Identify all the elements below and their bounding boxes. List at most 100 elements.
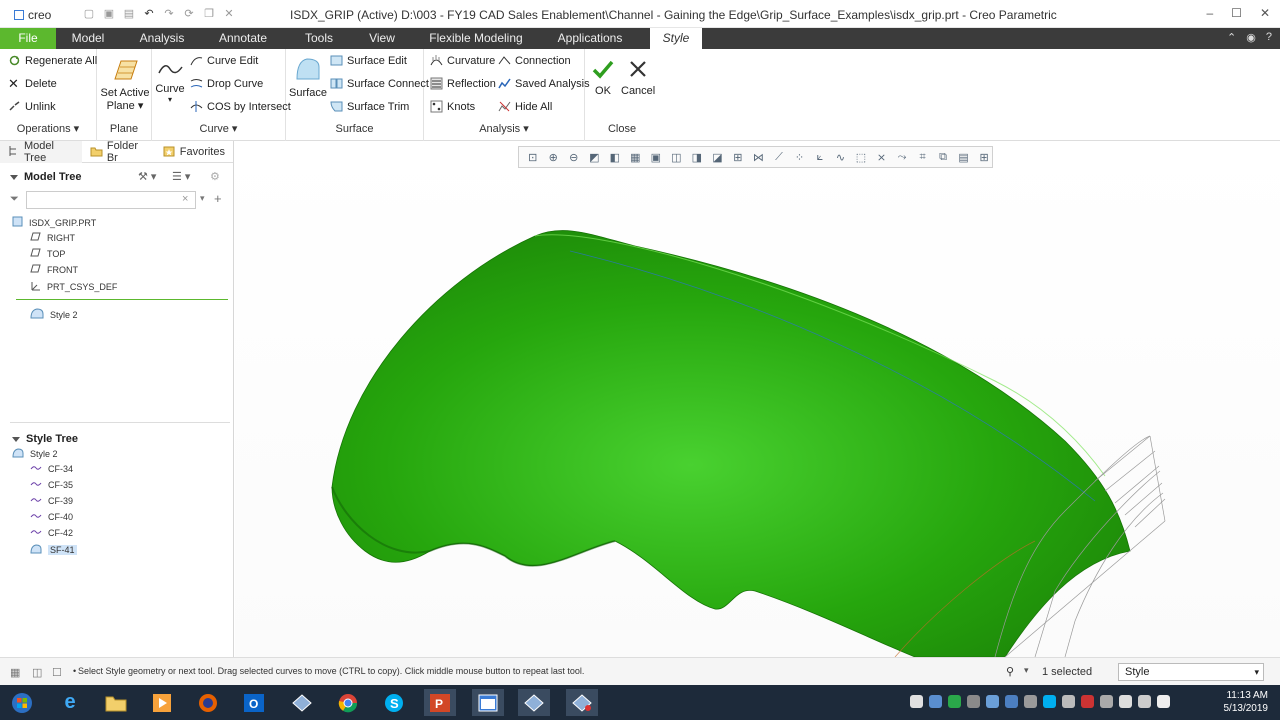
collapse-ribbon-icon[interactable]: ⌃ [1227,31,1236,44]
minimize-icon[interactable]: – [1206,6,1213,20]
reflection-button[interactable]: Reflection [430,77,496,90]
taskbar-skype[interactable]: S [378,689,410,716]
taskbar-firefox[interactable] [192,689,224,716]
search-dropdown-icon[interactable]: ▾ [200,193,205,204]
tree-item-style[interactable]: Style 2 [30,308,78,321]
tree-filter-options-icon[interactable]: ⚙ [210,170,220,183]
device-tray-icon[interactable] [1100,695,1113,708]
tab-applications[interactable]: Applications [552,28,628,49]
surface-trim-button[interactable]: Surface Trim [330,100,409,113]
set-active-plane-button[interactable]: Set Active Plane ▾ [100,57,150,112]
taskbar-explorer[interactable] [100,689,132,716]
redo-icon[interactable]: ↷ [162,6,176,20]
flag-tray-icon[interactable] [1119,695,1132,708]
taskbar-creo-3[interactable] [566,689,598,716]
taskbar-window[interactable] [472,689,504,716]
display-tray-icon[interactable] [1024,695,1037,708]
find-dropdown-icon[interactable]: ▾ [1024,665,1029,676]
hide-all-button[interactable]: Hide All [498,100,552,113]
taskbar-chrome[interactable] [332,689,364,716]
browser-toggle-icon[interactable]: ◫ [32,666,42,679]
taskbar-powerpoint[interactable]: P [424,689,456,716]
knots-button[interactable]: Knots [430,100,475,113]
taskbar-ie[interactable]: e [54,689,86,716]
tree-item-right[interactable]: RIGHT [30,232,75,243]
tab-view[interactable]: View [358,28,406,49]
surface-button[interactable]: Surface [288,55,328,99]
usb-tray-icon[interactable] [967,695,980,708]
taskbar-outlook[interactable]: O [238,689,270,716]
volume-tray-icon[interactable] [1157,695,1170,708]
tab-analysis[interactable]: Analysis [130,28,194,49]
tab-tools[interactable]: Tools [295,28,343,49]
cancel-button[interactable]: Cancel [621,57,655,97]
taskbar-creo-2[interactable] [518,689,550,716]
grip-surface-model[interactable] [235,141,1280,657]
tree-item-part[interactable]: ISDX_GRIP.PRT [12,216,96,229]
cos-by-intersect-button[interactable]: COS by Intersect [190,100,291,113]
clock[interactable]: 11:13 AM 5/13/2019 [1224,689,1269,715]
style-tree-surface[interactable]: SF-41 [30,544,77,556]
start-button[interactable] [6,689,38,716]
surface-edit-button[interactable]: Surface Edit [330,54,407,67]
selection-count[interactable]: 1 selected [1042,666,1092,678]
curve-edit-button[interactable]: Curve Edit [190,54,258,67]
security-tray-icon[interactable] [948,695,961,708]
regenerate-icon[interactable]: ⟳ [182,6,196,20]
wifi-tray-icon[interactable] [1062,695,1075,708]
tree-show-icon[interactable]: ☰ ▾ [172,170,190,183]
tree-item-csys[interactable]: PRT_CSYS_DEF [30,280,117,293]
taskbar-creo[interactable] [286,689,318,716]
chrome-tray-icon[interactable] [910,695,923,708]
tree-search-input[interactable] [26,191,196,209]
tab-file[interactable]: File [0,28,56,49]
maximize-icon[interactable]: ☐ [1231,6,1242,20]
unlink-button[interactable]: Unlink [8,100,56,113]
tree-item-front[interactable]: FRONT [30,264,78,275]
close-icon[interactable]: ✕ [1260,6,1270,20]
insert-indicator[interactable] [16,299,228,300]
skype-tray-icon[interactable] [1043,695,1056,708]
tab-style[interactable]: Style [650,28,702,49]
style-tree-curve[interactable]: CF-39 [30,496,73,506]
delete-button[interactable]: ✕ Delete [8,77,57,90]
graphics-window[interactable]: ⊡ ⊕ ⊖ ◩ ◧ ▦ ▣ ◫ ◨ ◪ ⊞ ⋈ ⟋ ⁘ ⟀ ∿ ⬚ ⨯ ⤳ ⌗ … [235,141,1280,657]
save-icon[interactable]: ▤ [122,6,136,20]
close-window-icon[interactable]: ✕ [222,6,236,20]
open-icon[interactable]: ▣ [102,6,116,20]
cloud-tray-icon[interactable] [986,695,999,708]
ok-button[interactable]: OK [589,57,617,97]
search-help-icon[interactable]: ◉ [1246,31,1256,44]
connection-button[interactable]: Connection [498,54,571,67]
tree-settings-icon[interactable]: ⚒ ▾ [138,170,156,183]
analysis-group-label[interactable]: Analysis ▾ [424,122,584,135]
curve-button[interactable]: Curve ▾ [154,59,186,104]
drop-curve-button[interactable]: Drop Curve [190,77,263,90]
find-icon[interactable]: ⚲ [1006,665,1014,678]
tab-model-tree[interactable]: Model Tree [0,140,82,164]
style-tree-root[interactable]: Style 2 [12,448,58,460]
sync-tray-icon[interactable] [1005,695,1018,708]
layout-icon[interactable]: ▦ [10,666,20,679]
taskbar-media[interactable] [146,689,178,716]
selection-filter-dropdown[interactable]: Style ▾ [1118,663,1264,681]
network-tray-icon[interactable] [929,695,942,708]
fullscreen-icon[interactable]: ☐ [52,666,62,679]
curvature-button[interactable]: Curvature [430,54,495,67]
help-icon[interactable]: ? [1266,31,1272,44]
tab-flexible-modeling[interactable]: Flexible Modeling [424,28,528,49]
tab-model[interactable]: Model [60,28,116,49]
tab-favorites[interactable]: Favorites [155,141,233,163]
style-tree-curve[interactable]: CF-40 [30,512,73,522]
tab-annotate[interactable]: Annotate [210,28,276,49]
style-tree-header[interactable]: Style Tree [2,429,88,449]
add-icon[interactable]: + [214,191,222,206]
undo-icon[interactable]: ↶ [142,6,156,20]
model-tree-header[interactable]: Model Tree ⚒ ▾ ☰ ▾ ⚙ [0,167,233,187]
alert-tray-icon[interactable] [1081,695,1094,708]
style-tree-curve[interactable]: CF-34 [30,464,73,474]
clear-search-icon[interactable]: × [182,193,188,205]
tab-folder-browser[interactable]: Folder Br [82,140,155,164]
style-tree-curve[interactable]: CF-42 [30,528,73,538]
operations-group-label[interactable]: Operations ▾ [0,122,96,135]
